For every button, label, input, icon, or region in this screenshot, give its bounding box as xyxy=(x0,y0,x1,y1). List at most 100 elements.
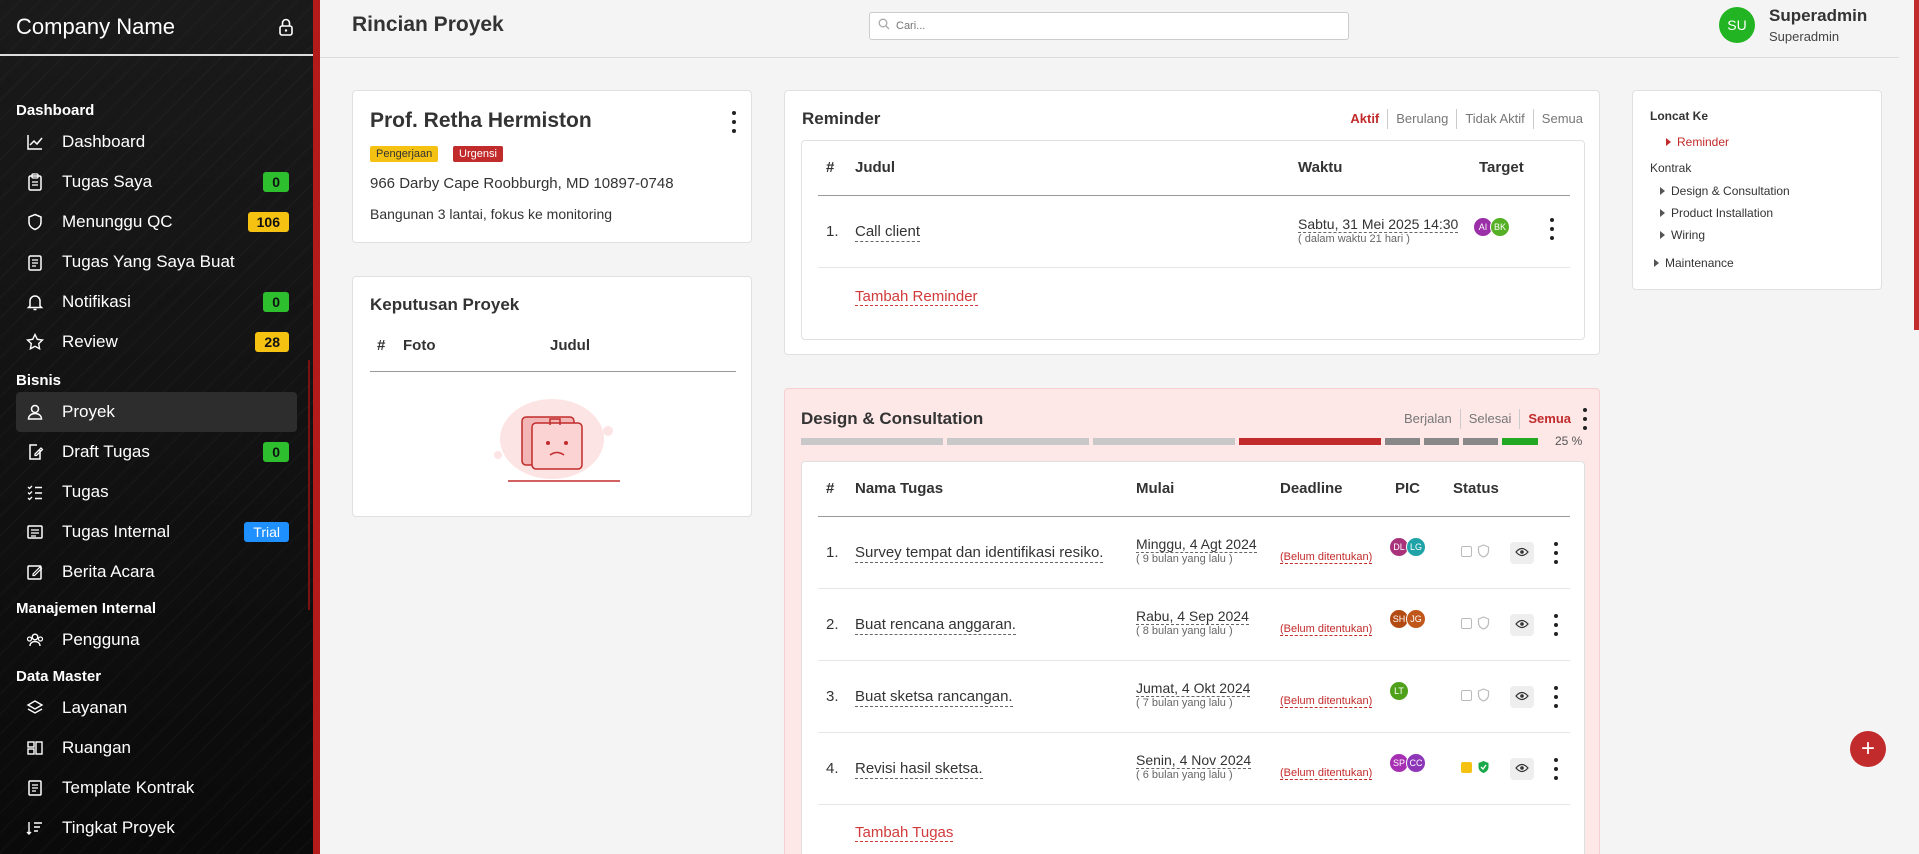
tab-tidak-aktif[interactable]: Tidak Aktif xyxy=(1457,109,1534,129)
sidebar-item-pengguna[interactable]: Pengguna xyxy=(16,620,297,660)
task-table: # Nama Tugas Mulai Deadline PIC Status 1… xyxy=(801,461,1585,854)
keputusan-title: Keputusan Proyek xyxy=(370,295,520,314)
more-options-icon[interactable] xyxy=(1553,542,1559,564)
qc-shield-icon xyxy=(1477,544,1490,563)
task-deadline[interactable]: (Belum ditentukan) xyxy=(1280,763,1373,780)
deadline-text: (Belum ditentukan) xyxy=(1280,767,1373,780)
tab-aktif[interactable]: Aktif xyxy=(1342,109,1389,129)
count-badge: 106 xyxy=(247,212,289,232)
section-dashboard: Dashboard xyxy=(16,102,95,119)
jump-item-label: Wiring xyxy=(1671,228,1706,242)
task-name-link[interactable]: Buat sketsa rancangan. xyxy=(855,688,1013,707)
sidebar-item-review[interactable]: Review 28 xyxy=(16,322,297,362)
reminder-time: Sabtu, 31 Mei 2025 14:30 ( dalam waktu 2… xyxy=(1298,216,1459,245)
more-options-icon[interactable] xyxy=(731,111,737,133)
lock-icon[interactable] xyxy=(275,16,297,38)
row-divider xyxy=(818,588,1570,589)
task-deadline[interactable]: (Belum ditentukan) xyxy=(1280,691,1373,708)
add-reminder-link[interactable]: Tambah Reminder xyxy=(855,288,978,306)
jump-item-design[interactable]: Design & Consultation xyxy=(1660,184,1790,198)
search-input[interactable] xyxy=(896,20,1340,32)
sidebar-item-tugas-dibuat[interactable]: Tugas Yang Saya Buat xyxy=(16,242,297,282)
sidebar-item-tingkat-proyek[interactable]: Tingkat Proyek xyxy=(16,808,297,848)
jump-item-product-installation[interactable]: Product Installation xyxy=(1660,206,1773,220)
view-button[interactable] xyxy=(1510,542,1534,564)
reminder-table: # Judul Waktu Target 1. Call client Sabt… xyxy=(801,140,1585,340)
sidebar-item-label: Draft Tugas xyxy=(62,442,150,461)
more-options-icon[interactable] xyxy=(1553,614,1559,636)
row-divider xyxy=(818,660,1570,661)
more-options-icon[interactable] xyxy=(1553,758,1559,780)
task-name-link[interactable]: Survey tempat dan identifikasi resiko. xyxy=(855,544,1104,563)
sidebar-item-template-kontrak[interactable]: Template Kontrak xyxy=(16,768,297,808)
sidebar-item-proyek[interactable]: Proyek xyxy=(16,392,297,432)
sidebar-nav: Dashboard Dashboard Tugas Saya 0 Menungg… xyxy=(0,100,313,848)
progress-segment xyxy=(1502,438,1538,445)
app: Company Name Dashboard Dashboard Tugas S… xyxy=(0,0,1919,854)
sidebar-item-draft-tugas[interactable]: Draft Tugas 0 xyxy=(16,432,297,472)
tab-semua[interactable]: Semua xyxy=(1534,109,1591,129)
task-deadline[interactable]: (Belum ditentukan) xyxy=(1280,619,1373,636)
view-button[interactable] xyxy=(1510,758,1534,780)
task-done-checkbox[interactable] xyxy=(1461,690,1472,701)
jump-title: Loncat Ke xyxy=(1650,109,1709,123)
sidebar-item-notifikasi[interactable]: Notifikasi 0 xyxy=(16,282,297,322)
jump-item-wiring[interactable]: Wiring xyxy=(1660,228,1705,242)
user-role: Superadmin xyxy=(1769,29,1840,44)
col-judul: Judul xyxy=(855,159,895,176)
task-done-checkbox[interactable] xyxy=(1461,546,1472,557)
user-menu[interactable]: SU Superadmin Superadmin xyxy=(1719,6,1867,44)
more-options-icon[interactable] xyxy=(1582,408,1588,430)
task-name-link[interactable]: Buat rencana anggaran. xyxy=(855,616,1016,635)
sidebar-item-tugas-internal[interactable]: Tugas Internal Trial xyxy=(16,512,297,552)
task-done-checkbox[interactable] xyxy=(1461,762,1472,773)
sidebar-item-tugas[interactable]: Tugas xyxy=(16,472,297,512)
jump-item-maintenance[interactable]: Maintenance xyxy=(1654,256,1734,270)
search-box[interactable] xyxy=(869,12,1349,40)
list-check-icon xyxy=(24,481,46,503)
scrollbar[interactable] xyxy=(1914,0,1919,330)
tab-berulang[interactable]: Berulang xyxy=(1388,109,1458,129)
sidebar-item-label: Layanan xyxy=(62,698,128,717)
qc-shield-icon xyxy=(1477,616,1490,635)
avatar: CC xyxy=(1406,753,1426,773)
qc-shield-icon xyxy=(1477,688,1490,707)
tab-selesai[interactable]: Selesai xyxy=(1461,409,1521,429)
avatar: LG xyxy=(1406,537,1426,557)
view-button[interactable] xyxy=(1510,686,1534,708)
jump-item-reminder[interactable]: Reminder xyxy=(1666,135,1729,149)
task-name-link[interactable]: Revisi hasil sketsa. xyxy=(855,760,983,779)
sidebar-item-label: Pengguna xyxy=(62,630,140,649)
sidebar-item-label: Tugas Saya xyxy=(62,172,153,191)
sidebar-item-layanan[interactable]: Layanan xyxy=(16,688,297,728)
more-options-icon[interactable] xyxy=(1549,218,1555,240)
col-deadline: Deadline xyxy=(1280,480,1343,497)
client-name: Prof. Retha Hermiston xyxy=(370,109,592,132)
design-title: Design & Consultation xyxy=(801,409,984,428)
tab-semua[interactable]: Semua xyxy=(1520,409,1579,429)
jump-item-label: Product Installation xyxy=(1671,206,1774,220)
more-options-icon[interactable] xyxy=(1553,686,1559,708)
layers-icon xyxy=(24,697,46,719)
task-deadline[interactable]: (Belum ditentukan) xyxy=(1280,547,1373,564)
sidebar-item-tugas-saya[interactable]: Tugas Saya 0 xyxy=(16,162,297,202)
caret-right-icon xyxy=(1660,209,1665,217)
add-task-link[interactable]: Tambah Tugas xyxy=(855,824,954,842)
sidebar-item-menunggu-qc[interactable]: Menunggu QC 106 xyxy=(16,202,297,242)
reminder-title-link[interactable]: Call client xyxy=(855,223,921,242)
tab-berjalan[interactable]: Berjalan xyxy=(1396,409,1461,429)
view-button[interactable] xyxy=(1510,614,1534,636)
add-button[interactable]: + xyxy=(1850,731,1886,767)
col-waktu: Waktu xyxy=(1298,159,1343,176)
reminder-title-text: Call client xyxy=(855,223,921,242)
task-done-checkbox[interactable] xyxy=(1461,618,1472,629)
col-no: # xyxy=(826,159,835,176)
sidebar-item-ruangan[interactable]: Ruangan xyxy=(16,728,297,768)
sort-icon xyxy=(24,817,46,839)
sidebar-item-berita-acara[interactable]: Berita Acara xyxy=(16,552,297,592)
deadline-text: (Belum ditentukan) xyxy=(1280,695,1373,708)
client-address: 966 Darby Cape Roobburgh, MD 10897-0748 xyxy=(370,175,674,192)
jump-item-kontrak[interactable]: Kontrak xyxy=(1650,161,1691,175)
sidebar-item-dashboard[interactable]: Dashboard xyxy=(16,122,297,162)
reminder-time-text: Sabtu, 31 Mei 2025 14:30 xyxy=(1298,216,1459,233)
